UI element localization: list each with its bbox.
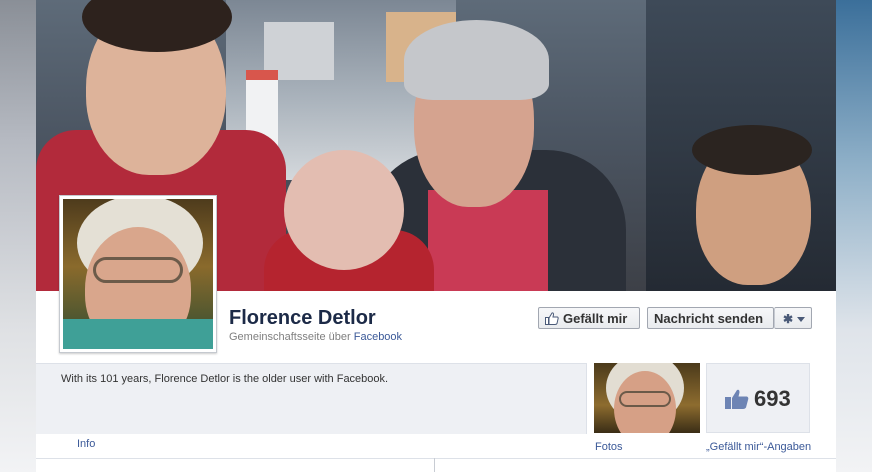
thumbs-up-icon xyxy=(725,389,749,409)
background-left xyxy=(0,0,36,472)
about-box: With its 101 years, Florence Detlor is t… xyxy=(36,363,587,434)
send-message-button[interactable]: Nachricht senden xyxy=(647,307,774,329)
photos-link[interactable]: Fotos xyxy=(595,441,623,453)
screenshot: Florence Detlor Gemeinschaftsseite über … xyxy=(0,0,872,472)
about-text: With its 101 years, Florence Detlor is t… xyxy=(61,373,389,385)
page-category-text: Gemeinschaftsseite über xyxy=(229,331,354,343)
cover-grandmother-hair xyxy=(404,20,549,100)
profile-shirt xyxy=(63,319,213,349)
send-message-label: Nachricht senden xyxy=(654,311,764,326)
likes-count: 693 xyxy=(754,386,791,411)
like-button[interactable]: Gefällt mir xyxy=(538,307,640,329)
profile-picture[interactable] xyxy=(59,195,217,353)
thumbnail-glasses xyxy=(619,391,671,407)
likes-summary: 693 xyxy=(724,386,791,412)
background-right xyxy=(836,0,872,472)
page-category-link[interactable]: Facebook xyxy=(354,331,402,343)
page-title[interactable]: Florence Detlor xyxy=(229,307,376,330)
cover-boy-hair xyxy=(692,125,812,175)
like-button-label: Gefällt mir xyxy=(563,311,628,326)
profile-glasses xyxy=(93,257,183,283)
profile-picture-image xyxy=(63,199,213,349)
divider xyxy=(434,458,435,472)
chevron-down-icon xyxy=(797,317,806,322)
likes-box[interactable]: 693 xyxy=(706,363,810,433)
info-link[interactable]: Info xyxy=(77,438,95,450)
divider xyxy=(36,458,836,459)
gear-icon: ✱ xyxy=(783,312,794,326)
page-category: Gemeinschaftsseite über Facebook xyxy=(229,331,402,343)
cover-baby-face xyxy=(284,150,404,270)
likes-link[interactable]: „Gefällt mir“-Angaben xyxy=(706,441,811,453)
facebook-page: Florence Detlor Gemeinschaftsseite über … xyxy=(36,0,836,472)
settings-dropdown-button[interactable]: ✱ xyxy=(774,307,812,329)
thumbs-up-icon xyxy=(545,312,559,325)
photos-thumbnail[interactable] xyxy=(594,363,700,433)
